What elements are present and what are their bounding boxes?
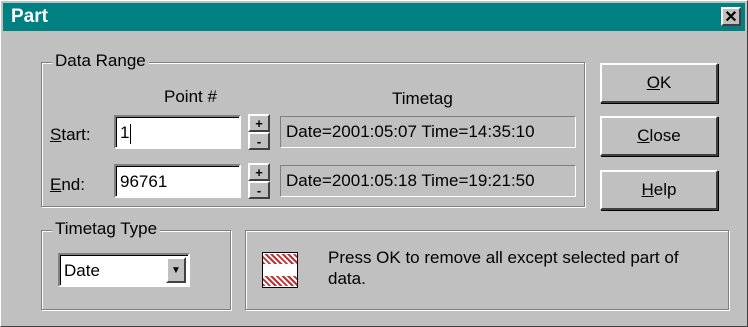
data-range-group: Data Range Point # Timetag Start: 1 + - … (41, 51, 585, 207)
close-mnemonic: C (637, 126, 650, 145)
close-icon[interactable]: ✕ (721, 7, 741, 26)
start-label: Start: (50, 125, 91, 145)
data-range-label: Data Range (52, 51, 149, 71)
dialog-title: Part (11, 6, 48, 27)
ok-label-rest: K (659, 73, 672, 92)
close-label-rest: lose (649, 126, 681, 145)
hatch-band-top (263, 254, 297, 264)
end-spinner[interactable]: + - (248, 163, 270, 199)
ok-mnemonic: O (646, 73, 660, 92)
start-label-rest: tart: (61, 125, 91, 144)
end-point-value: 96761 (120, 172, 168, 191)
help-label-rest: elp (653, 180, 677, 199)
timetag-type-select[interactable]: Date ▼ (58, 253, 190, 287)
part-dialog: Part ✕ Data Range Point # Timetag Start:… (0, 0, 748, 327)
start-increment-button[interactable]: + (248, 114, 270, 132)
title-bar[interactable]: Part ✕ (3, 3, 745, 31)
help-mnemonic: H (641, 180, 654, 199)
timetag-header: Timetag (392, 89, 453, 108)
end-label-rest: nd: (61, 175, 85, 194)
timetag-type-group: Timetag Type Date ▼ (41, 219, 231, 310)
start-timetag-readout: Date=2001:05:07 Time=14:35:10 (280, 116, 576, 148)
hatched-range-icon (262, 252, 298, 288)
hatch-band-bottom (263, 276, 297, 286)
timetag-type-value: Date (64, 261, 100, 280)
end-label-mnemonic: E (50, 175, 62, 194)
timetag-type-label: Timetag Type (52, 219, 161, 239)
text-caret (130, 123, 132, 144)
start-decrement-button[interactable]: - (248, 132, 270, 150)
end-timetag-readout: Date=2001:05:18 Time=19:21:50 (280, 165, 576, 197)
info-panel: Press OK to remove all except selected p… (245, 230, 729, 310)
end-label: End: (50, 175, 85, 195)
chevron-down-icon[interactable]: ▼ (166, 257, 186, 283)
start-point-input[interactable]: 1 (114, 115, 241, 149)
help-button[interactable]: Help (600, 170, 718, 210)
ok-button[interactable]: OK (600, 63, 718, 103)
start-spinner[interactable]: + - (248, 114, 270, 150)
end-point-input[interactable]: 96761 (114, 164, 241, 198)
end-increment-button[interactable]: + (248, 163, 270, 181)
close-button[interactable]: Close (600, 116, 718, 156)
info-message: Press OK to remove all except selected p… (328, 248, 679, 288)
end-decrement-button[interactable]: - (248, 181, 270, 199)
start-label-mnemonic: S (50, 125, 62, 144)
start-point-value: 1 (120, 123, 130, 142)
point-header: Point # (164, 87, 217, 106)
